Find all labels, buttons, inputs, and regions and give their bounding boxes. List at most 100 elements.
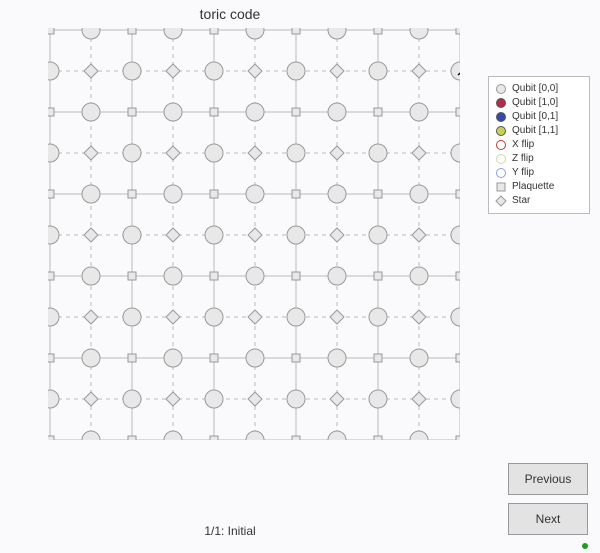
legend-item: Qubit [0,0] — [495, 82, 583, 96]
plaquette — [48, 272, 54, 280]
legend-label: Plaquette — [512, 180, 554, 194]
plaquette — [128, 28, 136, 34]
qubit — [246, 103, 264, 121]
qubit — [205, 390, 223, 408]
qubit — [164, 103, 182, 121]
legend-item: Plaquette — [495, 180, 583, 194]
star — [248, 392, 262, 406]
star — [166, 228, 180, 242]
star — [84, 228, 98, 242]
legend-item: Qubit [1,1] — [495, 124, 583, 138]
plaquette — [374, 354, 382, 362]
qubit — [82, 185, 100, 203]
qubit — [410, 28, 428, 39]
qubit — [451, 390, 460, 408]
qubit — [48, 226, 59, 244]
caption: 1/1: Initial — [0, 524, 460, 538]
legend-label: Star — [512, 194, 530, 208]
plaquette — [48, 354, 54, 362]
legend-label: Z flip — [512, 152, 534, 166]
qubit — [205, 308, 223, 326]
qubit — [410, 431, 428, 440]
star — [330, 310, 344, 324]
plaquette — [374, 108, 382, 116]
qubit — [328, 185, 346, 203]
qubit — [164, 431, 182, 440]
qubit — [410, 349, 428, 367]
qubit — [205, 144, 223, 162]
plaquette — [128, 354, 136, 362]
plaquette — [456, 108, 460, 116]
plaquette — [48, 28, 54, 34]
plaquette — [210, 272, 218, 280]
qubit — [246, 267, 264, 285]
qubit — [123, 62, 141, 80]
plaquette — [128, 108, 136, 116]
star — [412, 146, 426, 160]
qubit — [369, 308, 387, 326]
plaquette — [210, 190, 218, 198]
star — [166, 392, 180, 406]
qubit — [287, 226, 305, 244]
star — [412, 392, 426, 406]
star — [330, 146, 344, 160]
star — [84, 146, 98, 160]
qubit — [451, 308, 460, 326]
qubit — [205, 62, 223, 80]
next-button[interactable]: Next — [508, 503, 588, 535]
star — [412, 228, 426, 242]
qubit — [164, 28, 182, 39]
star — [166, 64, 180, 78]
previous-button[interactable]: Previous — [508, 463, 588, 495]
qubit — [82, 103, 100, 121]
plaquette — [292, 28, 300, 34]
qubit — [48, 390, 59, 408]
qubit — [369, 226, 387, 244]
qubit — [48, 62, 59, 80]
qubit — [451, 144, 460, 162]
qubit — [369, 62, 387, 80]
plaquette — [456, 28, 460, 34]
plaquette — [456, 354, 460, 362]
qubit — [164, 349, 182, 367]
legend: Qubit [0,0]Qubit [1,0]Qubit [0,1]Qubit [… — [488, 76, 590, 214]
plaquette — [210, 354, 218, 362]
qubit — [82, 431, 100, 440]
qubit — [328, 28, 346, 39]
plaquette — [456, 436, 460, 440]
qubit — [369, 390, 387, 408]
legend-label: Qubit [0,0] — [512, 82, 558, 96]
qubit — [164, 267, 182, 285]
plaquette — [48, 108, 54, 116]
qubit — [451, 62, 460, 80]
qubit — [246, 185, 264, 203]
plaquette — [292, 190, 300, 198]
plaquette — [292, 272, 300, 280]
qubit — [123, 308, 141, 326]
star — [248, 228, 262, 242]
legend-label: Qubit [1,1] — [512, 124, 558, 138]
plaquette — [210, 28, 218, 34]
qubit — [328, 431, 346, 440]
legend-item: Star — [495, 194, 583, 208]
qubit — [369, 144, 387, 162]
qubit — [410, 185, 428, 203]
qubit — [287, 62, 305, 80]
legend-label: X flip — [512, 138, 534, 152]
star — [166, 146, 180, 160]
legend-item: X flip — [495, 138, 583, 152]
plaquette — [374, 28, 382, 34]
plaquette — [374, 436, 382, 440]
star — [330, 228, 344, 242]
qubit — [123, 226, 141, 244]
star — [248, 146, 262, 160]
plaquette — [128, 272, 136, 280]
plaquette — [210, 108, 218, 116]
qubit — [246, 349, 264, 367]
qubit — [246, 28, 264, 39]
plaquette — [292, 354, 300, 362]
qubit — [287, 308, 305, 326]
plaquette — [456, 272, 460, 280]
qubit — [82, 28, 100, 39]
plaquette — [374, 272, 382, 280]
